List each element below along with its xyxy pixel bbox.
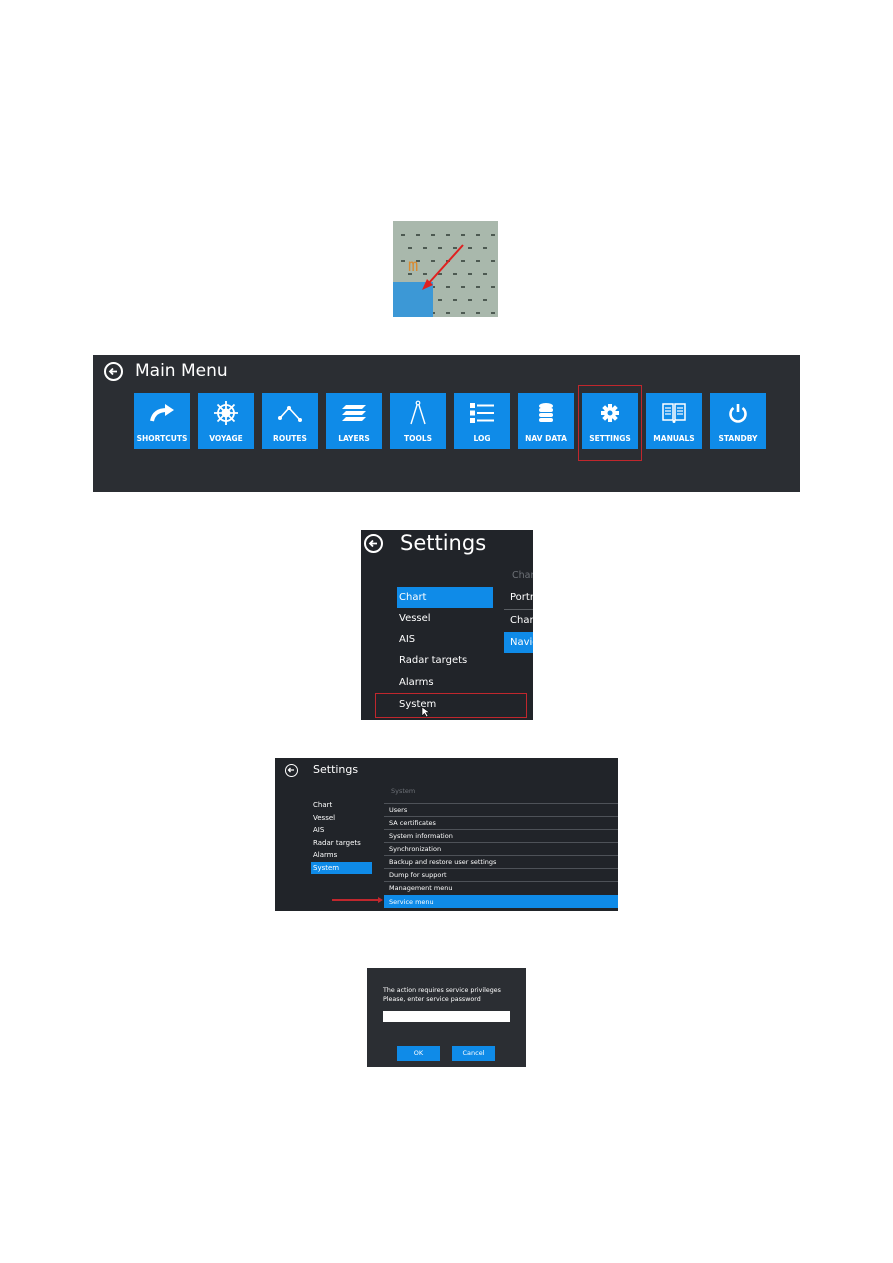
menu-item-dump-for-support[interactable]: Dump for support: [384, 868, 618, 881]
compass-divider-icon: [390, 400, 446, 426]
category-vessel[interactable]: Vessel: [397, 608, 493, 629]
settings-title: Settings: [313, 763, 359, 776]
list-icon: [454, 400, 510, 426]
settings-panel: Settings Chart Vessel AIS Radar targets …: [361, 530, 533, 720]
tile-label: LOG: [473, 434, 491, 443]
nav-data-tile[interactable]: NAV DATA: [518, 393, 574, 449]
subitem[interactable]: Char: [504, 610, 533, 631]
manuals-tile[interactable]: MANUALS: [646, 393, 702, 449]
category-ais[interactable]: AIS: [397, 629, 493, 650]
category-ais[interactable]: AIS: [311, 824, 372, 836]
main-menu-title: Main Menu: [135, 361, 228, 381]
category-alarms[interactable]: Alarms: [311, 849, 372, 861]
menu-item-service-menu[interactable]: Service menu: [384, 895, 618, 908]
back-arrow-circle-icon[interactable]: [364, 534, 383, 553]
category-radar-targets[interactable]: Radar targets: [311, 837, 372, 849]
dialog-message-line: Please, enter service password: [383, 996, 481, 1003]
routes-tile[interactable]: ROUTES: [262, 393, 318, 449]
voyage-tile[interactable]: VOYAGE: [198, 393, 254, 449]
service-password-dialog: The action requires service privileges P…: [367, 968, 526, 1067]
ok-button[interactable]: OK: [397, 1046, 440, 1061]
database-icon: [518, 400, 574, 426]
tools-tile[interactable]: TOOLS: [390, 393, 446, 449]
category-alarms[interactable]: Alarms: [397, 672, 493, 693]
tile-label: STANDBY: [718, 434, 758, 443]
menu-item-users[interactable]: Users: [384, 803, 618, 816]
mouse-cursor-icon: [421, 706, 431, 718]
subsection-header: Char: [512, 570, 533, 581]
category-vessel[interactable]: Vessel: [311, 812, 372, 824]
menu-item-management-menu[interactable]: Management menu: [384, 881, 618, 894]
layers-tile[interactable]: LAYERS: [326, 393, 382, 449]
chart-thumbnail: m: [393, 221, 498, 317]
curved-arrow-icon: [134, 400, 190, 426]
category-chart[interactable]: Chart: [397, 587, 493, 608]
tile-label: ROUTES: [273, 434, 307, 443]
category-chart[interactable]: Chart: [311, 799, 372, 811]
menu-item-system-information[interactable]: System information: [384, 829, 618, 842]
ship-wheel-icon: [198, 400, 254, 426]
tile-label: LAYERS: [338, 434, 370, 443]
system-highlight-box: [375, 693, 527, 718]
main-menu-panel: Main Menu SHORTCUTS VOYAGE ROUTES LAYERS…: [93, 355, 800, 492]
standby-tile[interactable]: STANDBY: [710, 393, 766, 449]
power-icon: [710, 400, 766, 426]
service-password-input[interactable]: [383, 1011, 510, 1022]
route-icon: [262, 400, 318, 426]
tile-label: TOOLS: [403, 434, 433, 443]
subitem[interactable]: Portr: [504, 587, 533, 608]
back-arrow-circle-icon[interactable]: [104, 362, 123, 381]
dialog-message: The action requires service privileges P…: [383, 986, 501, 1004]
settings-title: Settings: [400, 531, 487, 555]
system-settings-panel: Settings Chart Vessel AIS Radar targets …: [275, 758, 618, 911]
settings-highlight-box: [578, 385, 642, 461]
tile-label: NAV DATA: [525, 434, 567, 443]
tile-label: MANUALS: [653, 434, 695, 443]
subitem[interactable]: Navig: [504, 632, 533, 653]
tile-label: SHORTCUTS: [136, 434, 188, 443]
book-icon: [646, 400, 702, 426]
cancel-button[interactable]: Cancel: [452, 1046, 495, 1061]
annotation-arrow: [332, 899, 380, 901]
category-system[interactable]: System: [311, 862, 372, 874]
shortcuts-tile[interactable]: SHORTCUTS: [134, 393, 190, 449]
back-arrow-circle-icon[interactable]: [285, 764, 298, 777]
annotation-arrow-head: [378, 897, 383, 903]
tile-label: VOYAGE: [209, 434, 243, 443]
annotation-arrow: [422, 244, 464, 290]
menu-item-backup-restore[interactable]: Backup and restore user settings: [384, 855, 618, 868]
section-header: System: [391, 787, 416, 795]
category-radar-targets[interactable]: Radar targets: [397, 650, 493, 671]
menu-item-sa-certificates[interactable]: SA certificates: [384, 816, 618, 829]
layers-icon: [326, 400, 382, 426]
dialog-message-line: The action requires service privileges: [383, 987, 501, 994]
log-tile[interactable]: LOG: [454, 393, 510, 449]
menu-item-synchronization[interactable]: Synchronization: [384, 842, 618, 855]
